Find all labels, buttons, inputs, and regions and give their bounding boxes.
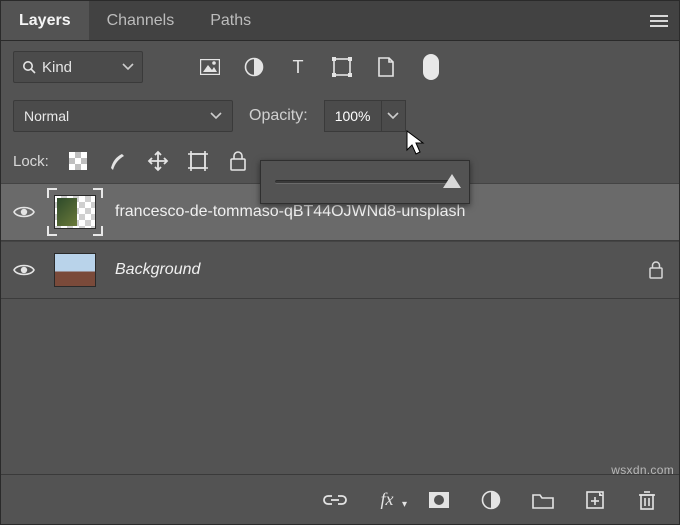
layer-name[interactable]: francesco-de-tommaso-qBT44OJWNd8-unsplas…	[115, 203, 667, 221]
filter-shape-icon[interactable]	[331, 56, 353, 78]
chevron-down-icon	[122, 63, 134, 71]
filter-kind-dropdown[interactable]: Kind	[13, 51, 143, 83]
lock-label: Lock:	[13, 153, 49, 170]
filter-smartobject-icon[interactable]	[375, 56, 397, 78]
layer-row[interactable]: Background	[1, 241, 679, 299]
link-layers-icon[interactable]	[323, 488, 347, 512]
layer-filter-row: Kind T	[1, 41, 679, 93]
layer-lock-icon[interactable]	[645, 259, 667, 281]
opacity-label[interactable]: Opacity:	[249, 107, 308, 125]
opacity-slider-popover[interactable]	[260, 160, 470, 204]
filter-type-buttons: T	[199, 54, 439, 80]
layers-panel: Layers Channels Paths Kind T	[0, 0, 680, 525]
delete-layer-icon[interactable]	[635, 488, 659, 512]
layer-thumbnail[interactable]	[51, 192, 99, 232]
layers-footer: fx▾	[1, 474, 679, 524]
filter-type-text-icon[interactable]: T	[287, 56, 309, 78]
layer-style-icon[interactable]: fx▾	[375, 488, 399, 512]
opacity-slider-track[interactable]	[275, 180, 455, 184]
search-icon	[22, 60, 36, 74]
lock-transparent-icon[interactable]	[67, 150, 89, 172]
layer-name[interactable]: Background	[115, 261, 629, 279]
tab-channels[interactable]: Channels	[89, 1, 193, 40]
blend-row: Normal Opacity: 100%	[1, 93, 679, 139]
adjustment-layer-icon[interactable]	[479, 488, 503, 512]
visibility-toggle-icon[interactable]	[13, 259, 35, 281]
new-layer-icon[interactable]	[583, 488, 607, 512]
tab-paths[interactable]: Paths	[192, 1, 269, 40]
panel-menu-icon[interactable]	[639, 1, 679, 40]
chevron-down-icon	[210, 112, 222, 120]
layers-list: francesco-de-tommaso-qBT44OJWNd8-unsplas…	[1, 183, 679, 474]
opacity-slider-thumb[interactable]	[443, 174, 461, 188]
panel-tabs: Layers Channels Paths	[1, 1, 679, 41]
lock-artboard-icon[interactable]	[187, 150, 209, 172]
lock-image-icon[interactable]	[107, 150, 129, 172]
opacity-value: 100%	[325, 106, 381, 126]
blend-mode-dropdown[interactable]: Normal	[13, 100, 233, 132]
visibility-toggle-icon[interactable]	[13, 201, 35, 223]
filter-toggle-switch[interactable]	[423, 54, 439, 80]
chevron-down-icon[interactable]	[381, 101, 405, 131]
tab-layers[interactable]: Layers	[1, 1, 89, 40]
filter-kind-label: Kind	[42, 59, 98, 76]
lock-position-icon[interactable]	[147, 150, 169, 172]
filter-pixel-icon[interactable]	[199, 56, 221, 78]
group-icon[interactable]	[531, 488, 555, 512]
opacity-field[interactable]: 100%	[324, 100, 406, 132]
svg-text:T: T	[293, 58, 304, 76]
lock-all-icon[interactable]	[227, 150, 249, 172]
layer-mask-icon[interactable]	[427, 488, 451, 512]
blend-mode-label: Normal	[24, 108, 69, 124]
layer-thumbnail[interactable]	[51, 250, 99, 290]
filter-adjustment-icon[interactable]	[243, 56, 265, 78]
